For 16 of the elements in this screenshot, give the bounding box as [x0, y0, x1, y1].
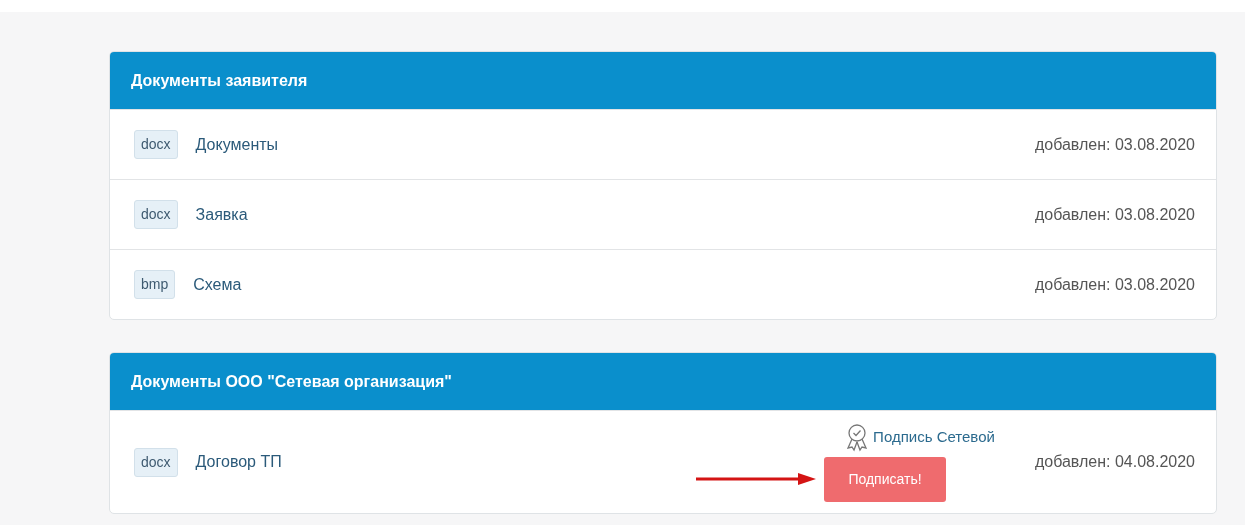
panel-title: Документы заявителя	[131, 70, 308, 91]
date-added: добавлен: 03.08.2020	[1034, 134, 1195, 155]
date-added: добавлен: 04.08.2020	[1034, 452, 1195, 472]
document-link[interactable]: Схема	[193, 272, 242, 297]
document-link[interactable]: Заявка	[195, 202, 248, 227]
date-added: добавлен: 03.08.2020	[1034, 204, 1195, 225]
date-added: добавлен: 03.08.2020	[1034, 274, 1195, 295]
file-type-badge: docx	[134, 447, 178, 477]
file-type-badge: bmp	[134, 270, 176, 299]
award-ribbon-icon	[845, 422, 870, 453]
signature-link[interactable]: Подпись Сетевой	[845, 422, 995, 453]
file-type-badge: docx	[134, 200, 178, 229]
document-link[interactable]: Договор ТП	[195, 450, 282, 474]
document-link[interactable]: Документы	[195, 132, 279, 157]
file-type-badge: docx	[134, 130, 178, 159]
panel-title: Документы ООО "Сетевая организация"	[131, 371, 452, 392]
